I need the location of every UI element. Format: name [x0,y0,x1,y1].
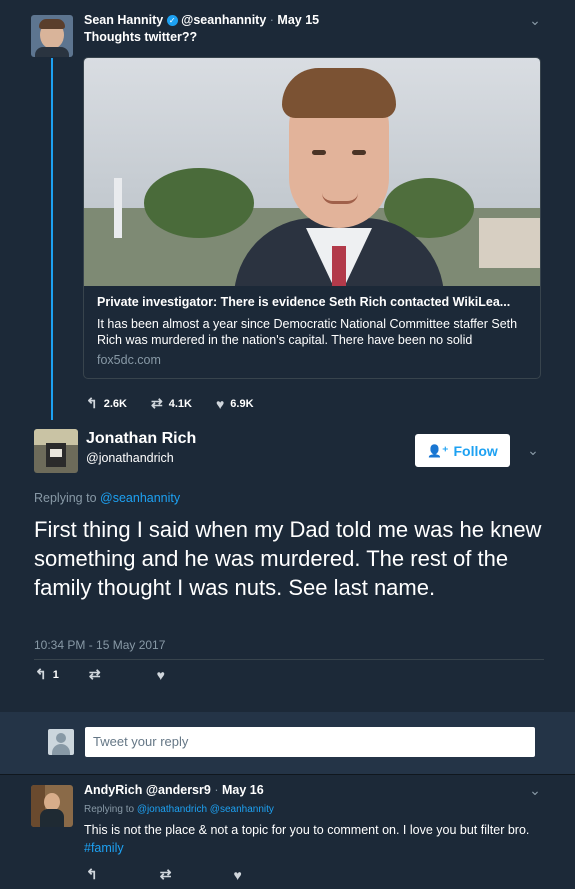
author-handle[interactable]: @jonathandrich [86,451,174,465]
tweet-actions: ↰ 1 ⇄ ♥ [35,666,195,683]
hashtag-link[interactable]: #family [84,841,124,855]
follow-button[interactable]: 👤⁺ Follow [415,434,510,467]
reply-input[interactable]: Tweet your reply [85,727,535,757]
replying-to-label: Replying to [34,491,97,505]
chevron-down-icon[interactable]: ⌄ [525,10,545,30]
heart-icon: ♥ [156,666,165,683]
reply-icon: ↰ [86,866,98,882]
replying-to: Replying to @jonathandrich @seanhannity [84,804,274,815]
replying-to-label: Replying to [84,804,135,815]
card-title: Private investigator: There is evidence … [97,295,511,309]
chevron-down-icon[interactable]: ⌄ [523,440,543,460]
add-user-icon: 👤⁺ [427,443,449,458]
retweet-icon: ⇄ [159,866,172,882]
tweet-actions: ↰ ⇄ ♥ [86,866,272,883]
link-card[interactable]: Private investigator: There is evidence … [83,57,541,379]
like-action[interactable]: ♥ [157,667,171,683]
like-count: 6.9K [230,397,254,410]
tweet-date[interactable]: May 16 [222,783,264,797]
tweet-text: This is not the place & not a topic for … [84,821,534,857]
reply-action[interactable]: ↰ 2.6K [86,395,127,412]
retweet-icon: ⇄ [88,666,101,682]
card-domain: fox5dc.com [97,353,161,367]
author-name[interactable]: Jonathan Rich [86,430,196,448]
retweet-icon: ⇄ [150,395,163,411]
like-action[interactable]: ♥ [233,867,247,883]
avatar[interactable] [31,785,73,827]
tweet-text: Thoughts twitter?? [84,30,198,44]
author-handle[interactable]: @andersr9 [146,783,211,797]
replying-to-handle[interactable]: @seanhannity [100,491,180,505]
retweet-action[interactable]: ⇄ 4.1K [151,395,192,412]
replying-to-handle[interactable]: @seanhannity [210,804,274,815]
replying-to-handle[interactable]: @jonathandrich [137,804,207,815]
author-name[interactable]: Sean Hannity [84,13,163,27]
thread-line [51,58,53,420]
tweet-actions: ↰ 2.6K ⇄ 4.1K ♥ 6.9K [86,395,278,412]
tweet-body: This is not the place & not a topic for … [84,823,530,837]
tweet-header: AndyRich @andersr9 · May 16 [84,783,264,797]
author-handle[interactable]: @seanhannity [181,13,266,27]
chevron-down-icon[interactable]: ⌄ [525,780,545,800]
user-avatar [48,729,74,755]
reply-icon: ↰ [86,395,98,411]
avatar[interactable] [31,15,73,57]
tweet-header: Sean Hannity ✓ @seanhannity · May 15 [84,13,320,27]
verified-icon: ✓ [166,15,178,27]
retweet-action[interactable]: ⇄ [89,666,107,683]
reply-count: 4.1K [168,397,192,410]
retweet-action[interactable]: ⇄ [160,866,178,883]
like-action[interactable]: ♥ 6.9K [216,396,254,412]
heart-icon: ♥ [233,866,242,883]
tweet-date[interactable]: May 15 [277,13,319,27]
follow-label: Follow [453,442,498,459]
card-description: It has been almost a year since Democrat… [97,317,518,347]
card-image [84,58,540,286]
divider [34,659,544,660]
reply-count: 1 [52,668,59,681]
main-tweet-text: First thing I said when my Dad told me w… [34,517,542,600]
author-name[interactable]: AndyRich [84,783,142,797]
divider [0,774,575,775]
heart-icon: ♥ [215,395,225,412]
reply-action[interactable]: ↰ 1 [35,666,59,683]
tweet-timestamp[interactable]: 10:34 PM - 15 May 2017 [34,638,165,652]
reply-icon: ↰ [35,666,47,682]
retweet-count: 2.6K [103,397,127,410]
avatar[interactable] [34,429,78,473]
reply-action[interactable]: ↰ [86,866,104,883]
replying-to: Replying to @seanhannity [34,491,180,505]
